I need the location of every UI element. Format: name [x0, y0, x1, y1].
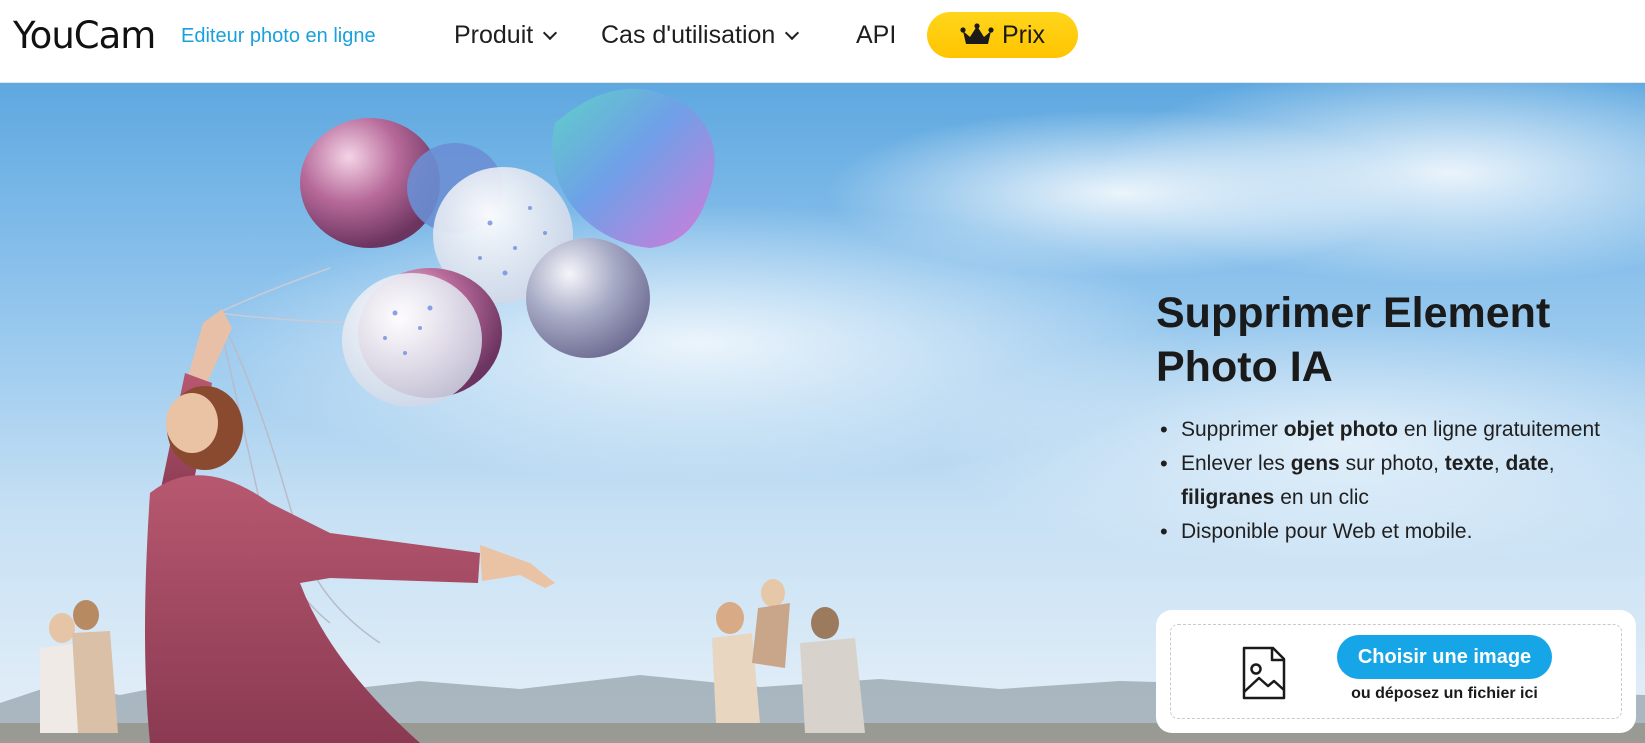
feature-text: sur photo,	[1339, 452, 1445, 475]
image-file-icon	[1242, 646, 1286, 700]
pricing-label: Prix	[1001, 20, 1046, 49]
crown-icon	[960, 23, 994, 44]
youcam-logo[interactable]: YouCam	[13, 14, 156, 57]
choose-image-button[interactable]: Choisir une image	[1337, 635, 1552, 679]
hero-banner: Supprimer Element Photo IA Supprimer obj…	[0, 83, 1645, 743]
nav-item-label: API	[856, 21, 897, 49]
feature-highlight: date	[1505, 452, 1549, 475]
feature-text: en un clic	[1274, 486, 1369, 509]
drop-zone[interactable]: Choisir une image ou déposez un fichier …	[1170, 624, 1622, 719]
feature-text: Supprimer	[1181, 418, 1284, 441]
site-tagline[interactable]: Editeur photo en ligne	[181, 25, 376, 48]
list-item: Supprimer objet photo en ligne gratuitem…	[1160, 413, 1621, 447]
drop-hint: ou déposez un fichier ici	[1351, 685, 1538, 702]
list-item: Disponible pour Web et mobile.	[1160, 515, 1621, 549]
feature-highlight: filigranes	[1181, 486, 1275, 509]
upload-card: Choisir une image ou déposez un fichier …	[1156, 610, 1636, 733]
feature-text: Disponible pour Web et mobile.	[1181, 520, 1473, 543]
chevron-down-icon	[543, 25, 558, 40]
feature-highlight: objet photo	[1283, 418, 1399, 441]
chevron-down-icon	[785, 25, 800, 40]
feature-text: ,	[1548, 452, 1555, 475]
pricing-button[interactable]: Prix	[927, 12, 1078, 58]
nav-item-label: Produit	[454, 21, 534, 49]
nav-item-cas-utilisation[interactable]: Cas d'utilisation	[601, 21, 800, 50]
feature-text: ,	[1493, 452, 1506, 475]
list-item: Enlever les gens sur photo, texte, date,…	[1160, 447, 1621, 515]
nav-item-label: Cas d'utilisation	[601, 21, 776, 49]
top-nav: YouCam Editeur photo en ligne Produit Ca…	[0, 0, 1645, 83]
feature-text: Enlever les	[1181, 452, 1291, 475]
feature-highlight: texte	[1444, 452, 1494, 475]
feature-highlight: gens	[1290, 452, 1340, 475]
feature-list: Supprimer objet photo en ligne gratuitem…	[1160, 413, 1621, 549]
nav-item-produit[interactable]: Produit	[454, 21, 558, 50]
page-title: Supprimer Element Photo IA	[1156, 289, 1551, 391]
nav-item-api[interactable]: API	[856, 21, 896, 50]
feature-text: en ligne gratuitement	[1398, 418, 1600, 441]
